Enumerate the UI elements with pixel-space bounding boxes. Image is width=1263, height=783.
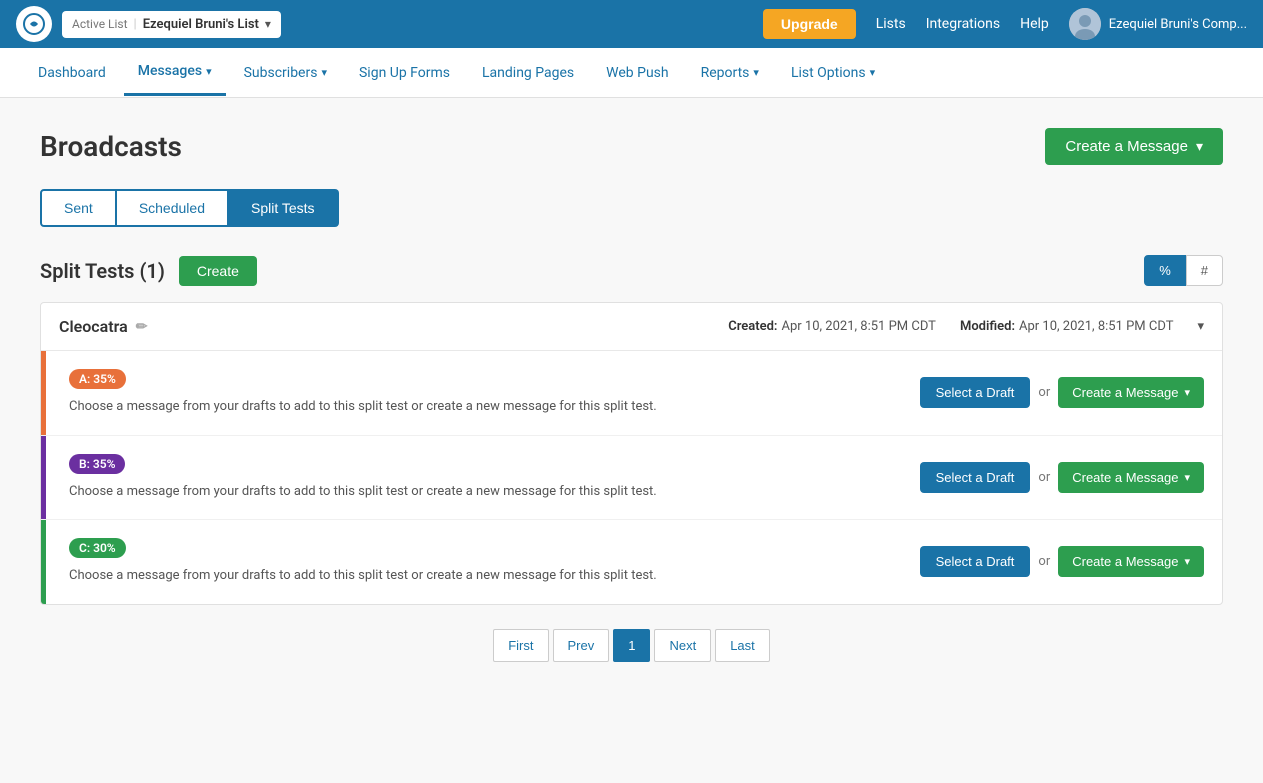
view-toggle-percent[interactable]: % (1144, 255, 1186, 286)
page-content: Broadcasts Create a Message ▾ Sent Sched… (0, 98, 1263, 783)
active-list-name: Ezequiel Bruni's List (143, 17, 259, 32)
create-message-label: Create a Message (1065, 138, 1188, 155)
create-msg-label-a: Create a Message (1072, 385, 1178, 400)
broadcast-tabs: Sent Scheduled Split Tests (40, 189, 1223, 227)
created-label: Created: (728, 319, 777, 334)
modified-meta: Modified: Apr 10, 2021, 8:51 PM CDT (960, 319, 1174, 334)
variant-content-c: C: 30% Choose a message from your drafts… (59, 538, 920, 586)
pagination: First Prev 1 Next Last (40, 629, 1223, 662)
split-test-card: Cleocatra ✏ Created: Apr 10, 2021, 8:51 … (40, 302, 1223, 605)
variant-text-c: Choose a message from your drafts to add… (69, 566, 689, 586)
or-text-a: or (1038, 385, 1050, 400)
page-last-button[interactable]: Last (715, 629, 770, 662)
nav-lists[interactable]: Lists (876, 16, 906, 32)
card-header: Cleocatra ✏ Created: Apr 10, 2021, 8:51 … (41, 303, 1222, 351)
variant-badge-a: A: 35% (69, 369, 126, 389)
variant-text-b: Choose a message from your drafts to add… (69, 482, 689, 502)
nav-signup-forms[interactable]: Sign Up Forms (345, 51, 464, 95)
modified-label: Modified: (960, 319, 1015, 334)
page-1-button[interactable]: 1 (613, 629, 650, 662)
create-message-caret: ▾ (1196, 138, 1203, 155)
or-text-c: or (1038, 554, 1050, 569)
nav-help[interactable]: Help (1020, 16, 1049, 32)
modified-date: Apr 10, 2021, 8:51 PM CDT (1019, 319, 1173, 334)
select-draft-button-c[interactable]: Select a Draft (920, 546, 1031, 577)
secondary-nav: Dashboard Messages ▾ Subscribers ▾ Sign … (0, 48, 1263, 98)
select-draft-button-a[interactable]: Select a Draft (920, 377, 1031, 408)
top-bar: Active List | Ezequiel Bruni's List ▾ Up… (0, 0, 1263, 48)
page-next-button[interactable]: Next (654, 629, 711, 662)
subscribers-caret: ▾ (321, 66, 327, 79)
created-meta: Created: Apr 10, 2021, 8:51 PM CDT (728, 319, 936, 334)
variant-row-c: C: 30% Choose a message from your drafts… (41, 520, 1222, 604)
list-options-caret: ▾ (870, 66, 876, 79)
nav-integrations[interactable]: Integrations (926, 16, 1000, 32)
variant-accent-a (41, 351, 46, 435)
created-date: Apr 10, 2021, 8:51 PM CDT (781, 319, 935, 334)
variant-row-b: B: 35% Choose a message from your drafts… (41, 436, 1222, 521)
page-title: Broadcasts (40, 130, 182, 163)
top-bar-right: Upgrade Lists Integrations Help Ezequiel… (763, 8, 1247, 40)
create-message-button-b[interactable]: Create a Message ▾ (1058, 462, 1204, 493)
card-title-row: Cleocatra ✏ (59, 317, 147, 336)
create-split-test-button[interactable]: Create (179, 256, 257, 286)
page-first-button[interactable]: First (493, 629, 548, 662)
view-toggle-number[interactable]: # (1186, 255, 1223, 286)
user-info[interactable]: Ezequiel Bruni's Comp... (1069, 8, 1247, 40)
nav-reports[interactable]: Reports ▾ (687, 51, 773, 95)
card-meta: Created: Apr 10, 2021, 8:51 PM CDT Modif… (728, 319, 1204, 334)
card-name: Cleocatra (59, 317, 128, 336)
active-list-label: Active List (72, 17, 128, 31)
view-toggle: % # (1144, 255, 1223, 286)
tab-split-tests[interactable]: Split Tests (229, 189, 339, 227)
variant-actions-b: Select a Draft or Create a Message ▾ (920, 462, 1204, 493)
split-tests-title-row: Split Tests (1) Create (40, 256, 257, 286)
variant-content-a: A: 35% Choose a message from your drafts… (59, 369, 920, 417)
page-prev-button[interactable]: Prev (553, 629, 610, 662)
edit-icon[interactable]: ✏ (136, 319, 148, 335)
create-msg-caret-c: ▾ (1184, 555, 1190, 568)
variant-content-b: B: 35% Choose a message from your drafts… (59, 454, 920, 502)
nav-subscribers[interactable]: Subscribers ▾ (230, 51, 341, 95)
nav-dashboard[interactable]: Dashboard (24, 51, 120, 95)
create-msg-caret-a: ▾ (1184, 386, 1190, 399)
user-name: Ezequiel Bruni's Comp... (1109, 17, 1247, 32)
create-message-button[interactable]: Create a Message ▾ (1045, 128, 1223, 165)
list-dropdown-icon: ▾ (265, 17, 271, 31)
nav-web-push[interactable]: Web Push (592, 51, 682, 95)
variant-accent-c (41, 520, 46, 604)
collapse-icon[interactable]: ▾ (1197, 319, 1204, 334)
upgrade-button[interactable]: Upgrade (763, 9, 856, 39)
active-list-selector[interactable]: Active List | Ezequiel Bruni's List ▾ (62, 11, 281, 38)
select-draft-button-b[interactable]: Select a Draft (920, 462, 1031, 493)
nav-landing-pages[interactable]: Landing Pages (468, 51, 588, 95)
split-tests-header: Split Tests (1) Create % # (40, 255, 1223, 286)
nav-messages[interactable]: Messages ▾ (124, 49, 226, 96)
create-message-button-a[interactable]: Create a Message ▾ (1058, 377, 1204, 408)
variant-text-a: Choose a message from your drafts to add… (69, 397, 689, 417)
or-text-b: or (1038, 470, 1050, 485)
variant-badge-c: C: 30% (69, 538, 126, 558)
tab-sent[interactable]: Sent (40, 189, 117, 227)
nav-list-options[interactable]: List Options ▾ (777, 51, 889, 95)
user-avatar (1069, 8, 1101, 40)
variant-badge-b: B: 35% (69, 454, 125, 474)
create-msg-label-b: Create a Message (1072, 470, 1178, 485)
logo-icon (16, 6, 52, 42)
create-message-button-c[interactable]: Create a Message ▾ (1058, 546, 1204, 577)
split-tests-title: Split Tests (1) (40, 259, 165, 283)
variant-row-a: A: 35% Choose a message from your drafts… (41, 351, 1222, 436)
variant-actions-c: Select a Draft or Create a Message ▾ (920, 546, 1204, 577)
messages-caret: ▾ (206, 65, 212, 78)
create-msg-label-c: Create a Message (1072, 554, 1178, 569)
tab-scheduled[interactable]: Scheduled (117, 189, 229, 227)
create-msg-caret-b: ▾ (1184, 471, 1190, 484)
top-bar-left: Active List | Ezequiel Bruni's List ▾ (16, 6, 281, 42)
broadcasts-header: Broadcasts Create a Message ▾ (40, 128, 1223, 165)
reports-caret: ▾ (753, 66, 759, 79)
variant-accent-b (41, 436, 46, 520)
variant-actions-a: Select a Draft or Create a Message ▾ (920, 377, 1204, 408)
